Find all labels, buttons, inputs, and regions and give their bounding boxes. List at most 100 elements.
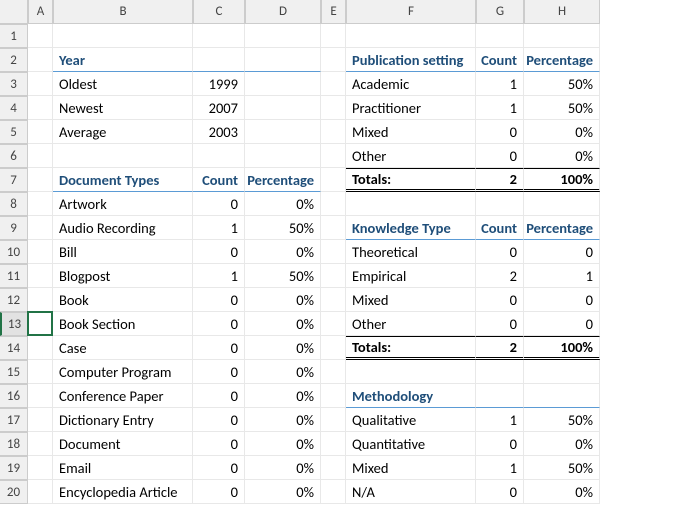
cell-F4[interactable]: Practitioner bbox=[346, 96, 476, 120]
cell-D4[interactable] bbox=[245, 96, 321, 120]
cell-H20[interactable]: 0% bbox=[524, 480, 600, 504]
cell-D5[interactable] bbox=[245, 120, 321, 144]
cell-A1[interactable] bbox=[28, 24, 53, 48]
cell-A2[interactable] bbox=[28, 48, 53, 72]
cell-F15[interactable] bbox=[346, 360, 476, 384]
cell-H8[interactable] bbox=[524, 192, 600, 216]
cell-G17[interactable]: 1 bbox=[476, 408, 524, 432]
cell-B11[interactable]: Blogpost bbox=[53, 264, 193, 288]
cell-E18[interactable] bbox=[321, 432, 346, 456]
cell-B12[interactable]: Book bbox=[53, 288, 193, 312]
cell-G3[interactable]: 1 bbox=[476, 72, 524, 96]
cell-D18[interactable]: 0% bbox=[245, 432, 321, 456]
cell-F19[interactable]: Mixed bbox=[346, 456, 476, 480]
cell-F18[interactable]: Quantitative bbox=[346, 432, 476, 456]
cell-C4[interactable]: 2007 bbox=[193, 96, 245, 120]
cell-H13[interactable]: 0 bbox=[524, 312, 600, 336]
cell-H5[interactable]: 0% bbox=[524, 120, 600, 144]
cell-G8[interactable] bbox=[476, 192, 524, 216]
spreadsheet[interactable]: ABCDEFGH12YearPublication settingCountPe… bbox=[0, 0, 690, 504]
cell-C18[interactable]: 0 bbox=[193, 432, 245, 456]
cell-C2[interactable] bbox=[193, 48, 245, 72]
row-header-7[interactable]: 7 bbox=[0, 168, 28, 192]
cell-E11[interactable] bbox=[321, 264, 346, 288]
cell-E8[interactable] bbox=[321, 192, 346, 216]
cell-H7[interactable]: 100% bbox=[524, 168, 600, 192]
cell-C12[interactable]: 0 bbox=[193, 288, 245, 312]
cell-B19[interactable]: Email bbox=[53, 456, 193, 480]
column-header-E[interactable]: E bbox=[321, 0, 346, 24]
cell-H17[interactable]: 50% bbox=[524, 408, 600, 432]
cell-F11[interactable]: Empirical bbox=[346, 264, 476, 288]
row-header-16[interactable]: 16 bbox=[0, 384, 28, 408]
cell-C6[interactable] bbox=[193, 144, 245, 168]
cell-C16[interactable]: 0 bbox=[193, 384, 245, 408]
cell-E2[interactable] bbox=[321, 48, 346, 72]
cell-G5[interactable]: 0 bbox=[476, 120, 524, 144]
cell-E4[interactable] bbox=[321, 96, 346, 120]
cell-A10[interactable] bbox=[28, 240, 53, 264]
cell-F20[interactable]: N/A bbox=[346, 480, 476, 504]
cell-D15[interactable]: 0% bbox=[245, 360, 321, 384]
cell-H15[interactable] bbox=[524, 360, 600, 384]
cell-D8[interactable]: 0% bbox=[245, 192, 321, 216]
cell-G2[interactable]: Count bbox=[476, 48, 524, 72]
cell-E1[interactable] bbox=[321, 24, 346, 48]
cell-G7[interactable]: 2 bbox=[476, 168, 524, 192]
cell-E12[interactable] bbox=[321, 288, 346, 312]
cell-C3[interactable]: 1999 bbox=[193, 72, 245, 96]
cell-D17[interactable]: 0% bbox=[245, 408, 321, 432]
cell-B6[interactable] bbox=[53, 144, 193, 168]
cell-D11[interactable]: 50% bbox=[245, 264, 321, 288]
column-header-A[interactable]: A bbox=[28, 0, 53, 24]
cell-E16[interactable] bbox=[321, 384, 346, 408]
cell-G14[interactable]: 2 bbox=[476, 336, 524, 360]
row-header-9[interactable]: 9 bbox=[0, 216, 28, 240]
cell-C14[interactable]: 0 bbox=[193, 336, 245, 360]
cell-A12[interactable] bbox=[28, 288, 53, 312]
cell-A14[interactable] bbox=[28, 336, 53, 360]
cell-B14[interactable]: Case bbox=[53, 336, 193, 360]
cell-C9[interactable]: 1 bbox=[193, 216, 245, 240]
cell-G12[interactable]: 0 bbox=[476, 288, 524, 312]
cell-B8[interactable]: Artwork bbox=[53, 192, 193, 216]
cell-C11[interactable]: 1 bbox=[193, 264, 245, 288]
cell-G15[interactable] bbox=[476, 360, 524, 384]
cell-A17[interactable] bbox=[28, 408, 53, 432]
cell-A19[interactable] bbox=[28, 456, 53, 480]
cell-F16[interactable]: Methodology bbox=[346, 384, 476, 408]
cell-E3[interactable] bbox=[321, 72, 346, 96]
cell-C5[interactable]: 2003 bbox=[193, 120, 245, 144]
cell-D19[interactable]: 0% bbox=[245, 456, 321, 480]
cell-A7[interactable] bbox=[28, 168, 53, 192]
cell-E17[interactable] bbox=[321, 408, 346, 432]
cell-C17[interactable]: 0 bbox=[193, 408, 245, 432]
column-header-D[interactable]: D bbox=[245, 0, 321, 24]
cell-F17[interactable]: Qualitative bbox=[346, 408, 476, 432]
cell-A8[interactable] bbox=[28, 192, 53, 216]
row-header-12[interactable]: 12 bbox=[0, 288, 28, 312]
cell-F2[interactable]: Publication setting bbox=[346, 48, 476, 72]
cell-G10[interactable]: 0 bbox=[476, 240, 524, 264]
cell-H14[interactable]: 100% bbox=[524, 336, 600, 360]
cell-F14[interactable]: Totals: bbox=[346, 336, 476, 360]
cell-E13[interactable] bbox=[321, 312, 346, 336]
cell-D6[interactable] bbox=[245, 144, 321, 168]
cell-H10[interactable]: 0 bbox=[524, 240, 600, 264]
cell-H3[interactable]: 50% bbox=[524, 72, 600, 96]
cell-B15[interactable]: Computer Program bbox=[53, 360, 193, 384]
cell-D7[interactable]: Percentage bbox=[245, 168, 321, 192]
cell-E10[interactable] bbox=[321, 240, 346, 264]
cell-C19[interactable]: 0 bbox=[193, 456, 245, 480]
cell-B4[interactable]: Newest bbox=[53, 96, 193, 120]
cell-E9[interactable] bbox=[321, 216, 346, 240]
row-header-19[interactable]: 19 bbox=[0, 456, 28, 480]
cell-B13[interactable]: Book Section bbox=[53, 312, 193, 336]
cell-G18[interactable]: 0 bbox=[476, 432, 524, 456]
cell-H12[interactable]: 0 bbox=[524, 288, 600, 312]
cell-D12[interactable]: 0% bbox=[245, 288, 321, 312]
cell-H1[interactable] bbox=[524, 24, 600, 48]
cell-C7[interactable]: Count bbox=[193, 168, 245, 192]
row-header-17[interactable]: 17 bbox=[0, 408, 28, 432]
cell-F3[interactable]: Academic bbox=[346, 72, 476, 96]
